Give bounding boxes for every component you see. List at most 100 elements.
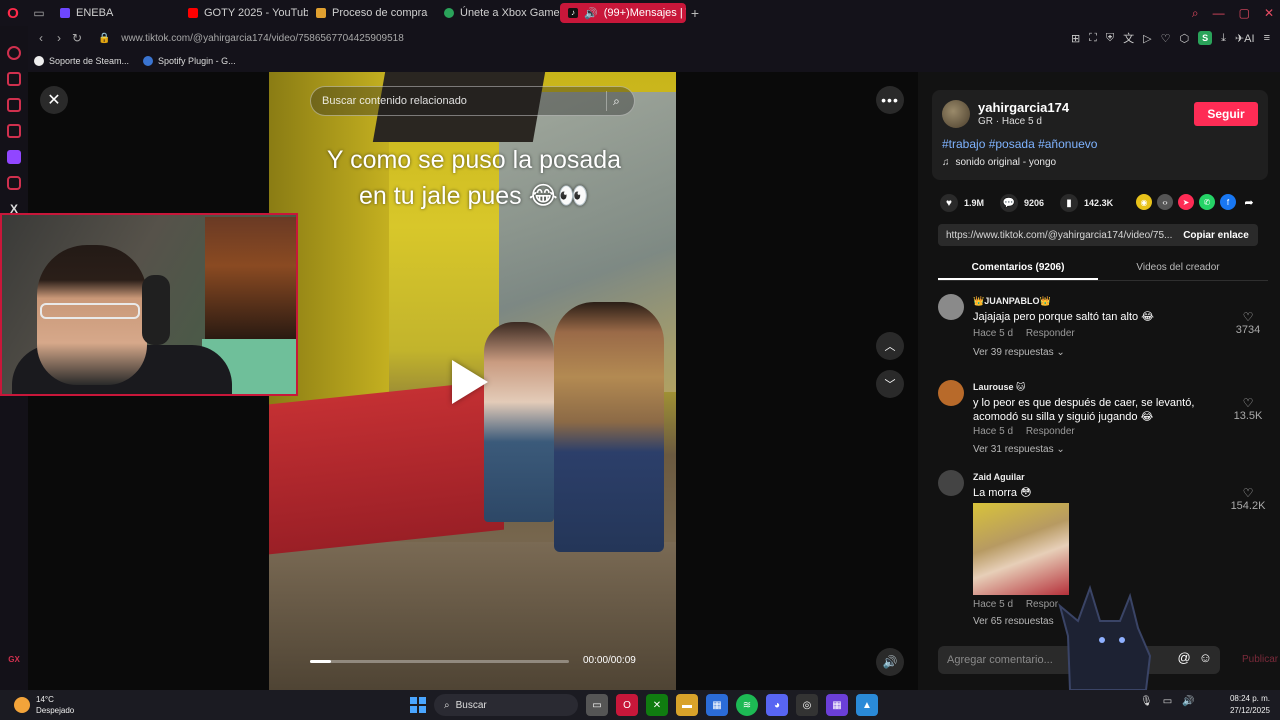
- ai-button[interactable]: ✈AI: [1235, 32, 1255, 45]
- file-explorer-icon[interactable]: ▬: [676, 694, 698, 716]
- repost-icon[interactable]: ◉: [1136, 194, 1152, 210]
- menu-icon[interactable]: ≡: [1264, 32, 1270, 44]
- opera-logo-icon[interactable]: O: [0, 0, 26, 26]
- copy-link-button[interactable]: Copiar enlace: [1174, 230, 1258, 241]
- steam-icon[interactable]: ◎: [796, 694, 818, 716]
- sound-link[interactable]: ♫ sonido original - yongo: [942, 157, 1056, 168]
- tab-eneba[interactable]: ENEBA: [52, 3, 180, 23]
- next-video-button[interactable]: ﹀: [876, 370, 904, 398]
- close-video-button[interactable]: ✕: [40, 86, 68, 114]
- music-player-icon[interactable]: [7, 124, 21, 138]
- discord-icon[interactable]: ◕: [766, 694, 788, 716]
- send-icon[interactable]: ➤: [1178, 194, 1194, 210]
- tab-islands-icon[interactable]: ▭: [26, 0, 52, 26]
- comment-like[interactable]: ♡ 154.2K: [1228, 486, 1268, 512]
- taskbar-clock[interactable]: 08:24 p. m. 27/12/2025: [1224, 693, 1270, 717]
- comment-username[interactable]: Zaid Aguilar: [973, 472, 1025, 482]
- taskbar-search[interactable]: ⌕ Buscar: [434, 694, 578, 716]
- shield-icon[interactable]: ⛨: [1106, 32, 1114, 45]
- avatar[interactable]: [938, 294, 964, 320]
- store-icon[interactable]: ▦: [706, 694, 728, 716]
- bookmark-label: Spotify Plugin - G...: [158, 56, 236, 66]
- embed-icon[interactable]: ‹›: [1157, 194, 1173, 210]
- follow-button[interactable]: Seguir: [1194, 102, 1258, 126]
- view-replies-button[interactable]: Ver 39 respuestas ⌄: [973, 347, 1065, 358]
- volume-icon[interactable]: 🔊: [1182, 696, 1194, 707]
- tab-creator-videos[interactable]: Videos del creador: [1098, 255, 1258, 280]
- more-options-button[interactable]: •••: [876, 86, 904, 114]
- xbox-icon[interactable]: ✕: [646, 694, 668, 716]
- like-button[interactable]: ♥ 1.9M: [940, 194, 984, 212]
- share-link[interactable]: https://www.tiktok.com/@yahirgarcia174/v…: [938, 230, 1174, 241]
- translate-icon[interactable]: 文: [1123, 30, 1134, 46]
- twitch-icon[interactable]: [7, 150, 21, 164]
- hashtags[interactable]: #trabajo #posada #añonuevo: [942, 137, 1097, 151]
- app-grid-icon[interactable]: ▦: [826, 694, 848, 716]
- maximize-icon[interactable]: ▢: [1239, 6, 1250, 20]
- author-avatar[interactable]: [942, 100, 970, 128]
- related-search-input[interactable]: Buscar contenido relacionado ⌕: [310, 86, 635, 116]
- search-icon[interactable]: ⌕: [606, 91, 626, 111]
- weather-widget[interactable]: 14°C Despejado: [14, 694, 74, 716]
- bookmark-spotify-plugin[interactable]: Spotify Plugin - G...: [143, 56, 236, 66]
- heart-icon[interactable]: ♡: [1161, 32, 1171, 45]
- comment-username[interactable]: 👑JUANPABLO👑: [973, 296, 1051, 307]
- avatar[interactable]: [938, 380, 964, 406]
- download-icon[interactable]: ⤓: [1221, 32, 1226, 45]
- reply-button[interactable]: Responder: [1026, 426, 1075, 437]
- comment-like[interactable]: ♡ 13.5K: [1228, 396, 1268, 422]
- extension-s-icon[interactable]: S: [1198, 31, 1213, 45]
- tab-checkout[interactable]: Proceso de compra: [308, 3, 436, 23]
- extensions-icon[interactable]: ⬡: [1179, 32, 1189, 45]
- reply-button[interactable]: Responder: [1026, 328, 1075, 339]
- tab-youtube[interactable]: GOTY 2025 - YouTube: [180, 3, 308, 23]
- speed-dial-icon[interactable]: [7, 46, 21, 60]
- new-tab-button[interactable]: +: [686, 4, 704, 22]
- forward-icon[interactable]: ›: [50, 31, 68, 45]
- pin-icon[interactable]: ⊞: [1071, 32, 1080, 45]
- gx-control-icon[interactable]: [7, 72, 21, 86]
- whatsapp-icon[interactable]: ✆: [1199, 194, 1215, 210]
- close-window-icon[interactable]: ✕: [1264, 6, 1274, 20]
- back-icon[interactable]: ‹: [32, 31, 50, 45]
- mention-icon[interactable]: @: [1178, 650, 1191, 665]
- mic-icon[interactable]: 🎙: [1140, 696, 1153, 707]
- task-view-icon[interactable]: ▭: [586, 694, 608, 716]
- facebook-icon[interactable]: f: [1220, 194, 1236, 210]
- comment-username[interactable]: Laurouse 🐱: [973, 382, 1025, 393]
- search-tabs-icon[interactable]: ⌕: [1192, 6, 1199, 21]
- instagram-icon[interactable]: [7, 176, 21, 190]
- emoji-icon[interactable]: ☺: [1199, 650, 1212, 665]
- publish-button[interactable]: Publicar: [1242, 654, 1278, 665]
- comment-button[interactable]: 💬 9206: [1000, 194, 1044, 212]
- tab-tiktok[interactable]: ♪ 🔊 (99+)Mensajes | TikTo: [560, 3, 686, 23]
- photos-icon[interactable]: ▲: [856, 694, 878, 716]
- avatar[interactable]: [938, 470, 964, 496]
- play-icon[interactable]: [452, 360, 488, 404]
- share-icon[interactable]: ➦: [1241, 194, 1257, 210]
- author-username[interactable]: yahirgarcia174: [978, 100, 1069, 115]
- network-icon[interactable]: ▭: [1163, 696, 1172, 707]
- reload-icon[interactable]: ↻: [68, 31, 86, 45]
- windows-start-icon[interactable]: [410, 697, 426, 713]
- view-replies-button[interactable]: Ver 65 respuestas: [973, 616, 1054, 624]
- tab-xbox[interactable]: Únete a Xbox Game Pass: [436, 3, 560, 23]
- gx-corner-icon[interactable]: [7, 98, 21, 112]
- speaker-icon[interactable]: 🔊: [584, 7, 598, 20]
- view-replies-button[interactable]: Ver 31 respuestas ⌄: [973, 444, 1065, 455]
- previous-video-button[interactable]: ︿: [876, 332, 904, 360]
- minimize-icon[interactable]: —: [1213, 6, 1225, 20]
- video-frame[interactable]: Buscar contenido relacionado ⌕ Y como se…: [269, 72, 676, 690]
- opera-gx-icon[interactable]: O: [616, 694, 638, 716]
- tab-comments[interactable]: Comentarios (9206): [938, 255, 1098, 280]
- search-placeholder: Buscar contenido relacionado: [322, 95, 467, 107]
- video-progress-bar[interactable]: [310, 660, 569, 663]
- snapshot-icon[interactable]: ⛶: [1089, 32, 1097, 45]
- volume-button[interactable]: 🔊: [876, 648, 904, 676]
- spotify-icon[interactable]: ≋: [736, 694, 758, 716]
- play-icon[interactable]: ▷: [1143, 32, 1151, 45]
- comment-like[interactable]: ♡ 3734: [1228, 310, 1268, 336]
- save-button[interactable]: ▮ 142.3K: [1060, 194, 1113, 212]
- url-field[interactable]: 🔒 www.tiktok.com/@yahirgarcia174/video/7…: [98, 33, 404, 44]
- bookmark-steam[interactable]: Soporte de Steam...: [34, 56, 129, 66]
